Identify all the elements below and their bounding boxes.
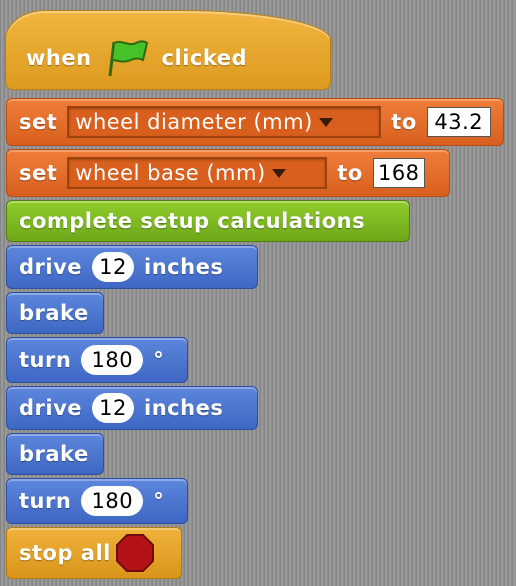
turn-keyword: turn [19, 489, 72, 513]
when-flag-clicked-block[interactable]: when clicked [5, 10, 331, 90]
turn-block[interactable]: turn 180 ° [6, 337, 188, 383]
block-label: brake [19, 442, 89, 466]
block-label: complete setup calculations [19, 209, 366, 233]
set-wheel-base-block[interactable]: set wheel base (mm) to 168 [6, 149, 450, 197]
unit-label: inches [144, 396, 224, 420]
variable-dropdown[interactable]: wheel base (mm) [67, 157, 328, 189]
value-input[interactable]: 43.2 [426, 107, 491, 137]
script-area[interactable]: when clicked set wheel diameter (mm) to … [0, 0, 516, 586]
degree-symbol: ° [153, 489, 165, 513]
variable-name: wheel base (mm) [75, 161, 266, 185]
angle-input[interactable]: 180 [81, 345, 144, 375]
drive-keyword: drive [19, 255, 83, 279]
angle-input[interactable]: 180 [81, 486, 144, 516]
variable-name: wheel diameter (mm) [75, 110, 313, 134]
drive-keyword: drive [19, 396, 83, 420]
hat-word-when: when [26, 46, 92, 70]
brake-block[interactable]: brake [6, 292, 104, 334]
dropdown-arrow-icon [318, 117, 333, 127]
drive-block[interactable]: drive 12 inches [6, 245, 258, 289]
distance-input[interactable]: 12 [92, 393, 135, 423]
to-keyword: to [391, 110, 417, 134]
value-input[interactable]: 168 [372, 158, 425, 188]
complete-setup-calculations-block[interactable]: complete setup calculations [6, 200, 410, 242]
set-keyword: set [19, 110, 58, 134]
to-keyword: to [337, 161, 363, 185]
set-keyword: set [19, 161, 58, 185]
stop-all-block[interactable]: stop all [6, 527, 182, 579]
set-wheel-diameter-block[interactable]: set wheel diameter (mm) to 43.2 [6, 98, 504, 146]
turn-block[interactable]: turn 180 ° [6, 478, 188, 524]
block-label: stop all [19, 541, 111, 565]
dropdown-arrow-icon [271, 168, 286, 178]
drive-block[interactable]: drive 12 inches [6, 386, 258, 430]
distance-input[interactable]: 12 [92, 252, 135, 282]
brake-block[interactable]: brake [6, 433, 104, 475]
hat-word-clicked: clicked [161, 46, 248, 70]
variable-dropdown[interactable]: wheel diameter (mm) [67, 106, 382, 138]
unit-label: inches [144, 255, 224, 279]
block-label: brake [19, 301, 89, 325]
green-flag-icon[interactable] [104, 38, 150, 78]
stop-sign-icon [115, 534, 154, 572]
turn-keyword: turn [19, 348, 72, 372]
degree-symbol: ° [153, 348, 165, 372]
